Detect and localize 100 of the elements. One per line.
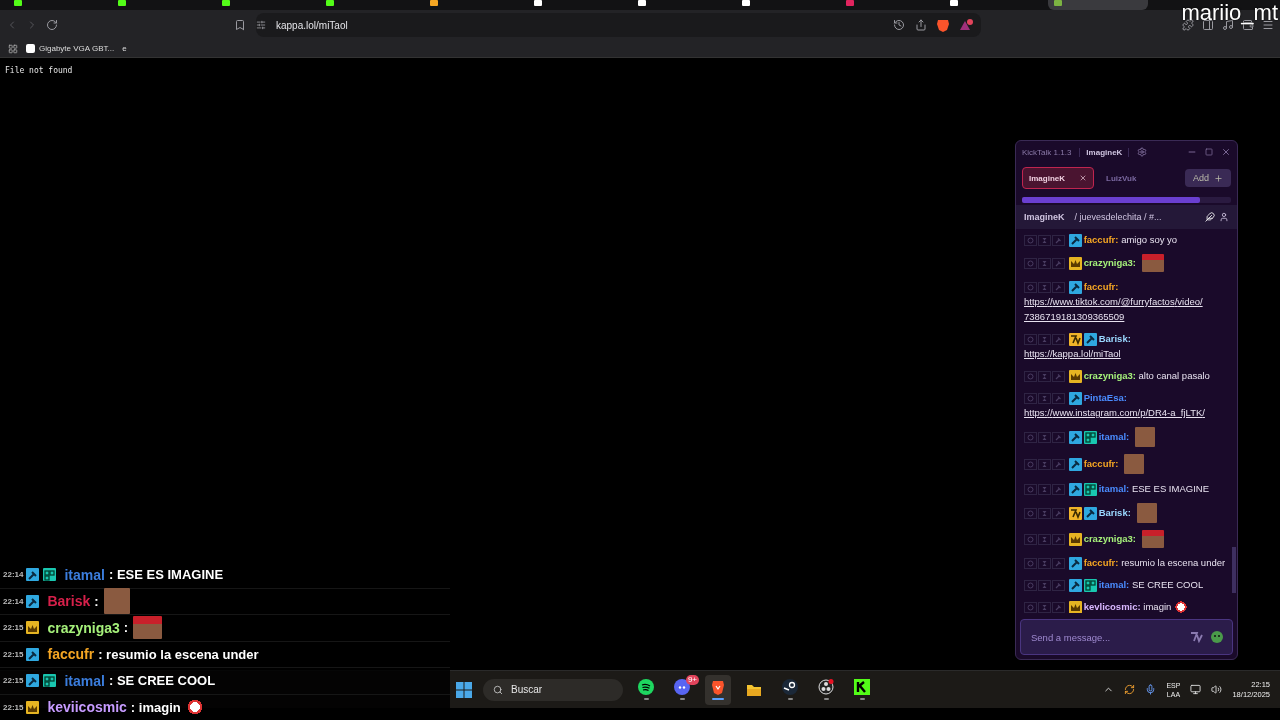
reload-icon[interactable] [46, 19, 58, 31]
crown-icon [1068, 601, 1082, 613]
bookmark-icon[interactable] [234, 19, 246, 31]
network-icon[interactable] [1190, 684, 1202, 695]
username[interactable]: kevlicosmic: [1083, 601, 1141, 612]
message-link[interactable]: https://kappa.lol/miTaol [1024, 346, 1229, 361]
username[interactable]: faccufr: [1083, 234, 1119, 245]
emote-picker-icon[interactable] [1210, 630, 1224, 644]
hammer-icon[interactable] [1052, 282, 1065, 293]
hammer-icon[interactable] [1052, 580, 1065, 591]
timeout-icon[interactable] [1024, 334, 1037, 345]
share-icon[interactable] [915, 19, 927, 31]
add-button[interactable]: Add [1185, 169, 1231, 187]
username[interactable]: faccufr: [1083, 457, 1119, 469]
hourglass-icon[interactable] [1038, 558, 1051, 569]
hammer-icon[interactable] [1052, 484, 1065, 495]
settings-icon[interactable] [1137, 147, 1148, 157]
bookmark-link[interactable]: Gigabyte VGA GBT... [26, 44, 115, 53]
username[interactable]: itamal: [1098, 483, 1130, 494]
hammer-icon[interactable] [1052, 431, 1065, 443]
history-icon[interactable] [893, 19, 905, 31]
triangle-icon[interactable] [959, 19, 973, 31]
message-text: : [94, 593, 99, 609]
hourglass-icon[interactable] [1038, 580, 1051, 591]
timeout-icon[interactable] [1024, 393, 1037, 404]
message-link[interactable]: https://www.instagram.com/p/DR4-a_fjLTK/ [1024, 405, 1229, 420]
windows-icon[interactable] [455, 680, 473, 699]
hourglass-icon[interactable] [1038, 235, 1051, 246]
username[interactable]: crazyniga3: [1083, 370, 1136, 381]
seven-tv-icon[interactable] [1190, 631, 1204, 643]
hammer-icon[interactable] [1052, 602, 1065, 613]
timeout-icon[interactable] [1024, 558, 1037, 569]
message-link[interactable]: https://www.tiktok.com/@furryfactos/video/7386719181309365509 [1024, 294, 1229, 324]
username[interactable]: itamal: [1098, 579, 1130, 590]
username[interactable]: Barisk: [1098, 333, 1131, 344]
timeout-icon[interactable] [1024, 458, 1037, 470]
chat-tab[interactable]: LuizVuk [1100, 167, 1143, 189]
apps-icon[interactable] [8, 43, 18, 54]
hammer-icon[interactable] [1052, 371, 1065, 382]
search-bar[interactable]: Buscar [483, 678, 623, 701]
timeout-icon[interactable] [1024, 533, 1037, 545]
maximize-icon[interactable] [1205, 148, 1213, 156]
timeout-icon[interactable] [1024, 431, 1037, 443]
timeout-icon[interactable] [1024, 371, 1037, 382]
search-field[interactable]: Buscar [509, 683, 589, 696]
hourglass-icon[interactable] [1038, 507, 1051, 519]
message-text: : SE CREE COOL [108, 673, 216, 689]
hourglass-icon[interactable] [1038, 533, 1051, 545]
timeout-icon[interactable] [1024, 602, 1037, 613]
timeout-icon[interactable] [1024, 282, 1037, 293]
hourglass-icon[interactable] [1038, 393, 1051, 404]
address-field[interactable]: kappa.lol/miTaol [276, 19, 348, 31]
hourglass-icon[interactable] [1038, 431, 1051, 443]
timeout-icon[interactable] [1024, 484, 1037, 495]
message-text: : resumio la escena under [98, 646, 259, 662]
hammer-icon[interactable] [1052, 393, 1065, 404]
hammer-icon[interactable] [1052, 334, 1065, 345]
lion-icon[interactable] [937, 18, 949, 32]
hourglass-icon[interactable] [1038, 484, 1051, 495]
hammer-icon[interactable] [1052, 257, 1065, 269]
hammer-icon[interactable] [1052, 507, 1065, 519]
user-icon[interactable] [1219, 212, 1229, 222]
username[interactable]: Barisk: [1098, 506, 1131, 518]
mic-icon[interactable] [1145, 684, 1157, 695]
timeout-icon[interactable] [1024, 580, 1037, 591]
hammer-icon [1068, 392, 1082, 405]
bookmark-link[interactable]: e [122, 44, 127, 53]
volume-icon[interactable] [1211, 684, 1223, 695]
message-field[interactable]: Send a message... [1020, 619, 1233, 655]
user-name[interactable]: ImagineK [1079, 147, 1130, 157]
timeout-icon[interactable] [1024, 507, 1037, 519]
username[interactable]: PintaEsa: [1083, 392, 1127, 403]
hourglass-icon[interactable] [1038, 602, 1051, 613]
hourglass-icon[interactable] [1038, 257, 1051, 269]
username[interactable]: faccufr: [1083, 557, 1119, 568]
taskbar-app-button[interactable] [705, 674, 731, 705]
creature-emote-icon [185, 699, 204, 716]
hourglass-icon[interactable] [1038, 334, 1051, 345]
timeout-icon[interactable] [1024, 257, 1037, 269]
hammer-icon[interactable] [1052, 533, 1065, 545]
hammer-icon[interactable] [1052, 558, 1065, 569]
site-settings-icon[interactable] [256, 20, 266, 30]
hammer-icon [1083, 506, 1097, 520]
emote-photo-placeholder [1134, 427, 1155, 447]
hammer-icon[interactable] [1052, 458, 1065, 470]
username[interactable]: faccufr: [1083, 281, 1119, 292]
sync-icon[interactable] [1124, 684, 1136, 695]
hourglass-icon[interactable] [1038, 371, 1051, 382]
timeout-icon[interactable] [1024, 235, 1037, 246]
close-icon[interactable] [1221, 147, 1231, 157]
username[interactable]: crazyniga3: [1083, 256, 1136, 268]
hourglass-icon[interactable] [1038, 458, 1051, 470]
username[interactable]: crazyniga3: [1083, 532, 1136, 544]
feather-icon[interactable] [1205, 212, 1215, 222]
username[interactable]: itamal: [1098, 430, 1130, 442]
close-tab-icon[interactable] [1079, 174, 1087, 182]
hammer-icon[interactable] [1052, 235, 1065, 246]
hourglass-icon[interactable] [1038, 282, 1051, 293]
chat-tab[interactable]: ImagineK [1022, 167, 1094, 189]
message-input[interactable]: Send a message... [1029, 630, 1184, 644]
